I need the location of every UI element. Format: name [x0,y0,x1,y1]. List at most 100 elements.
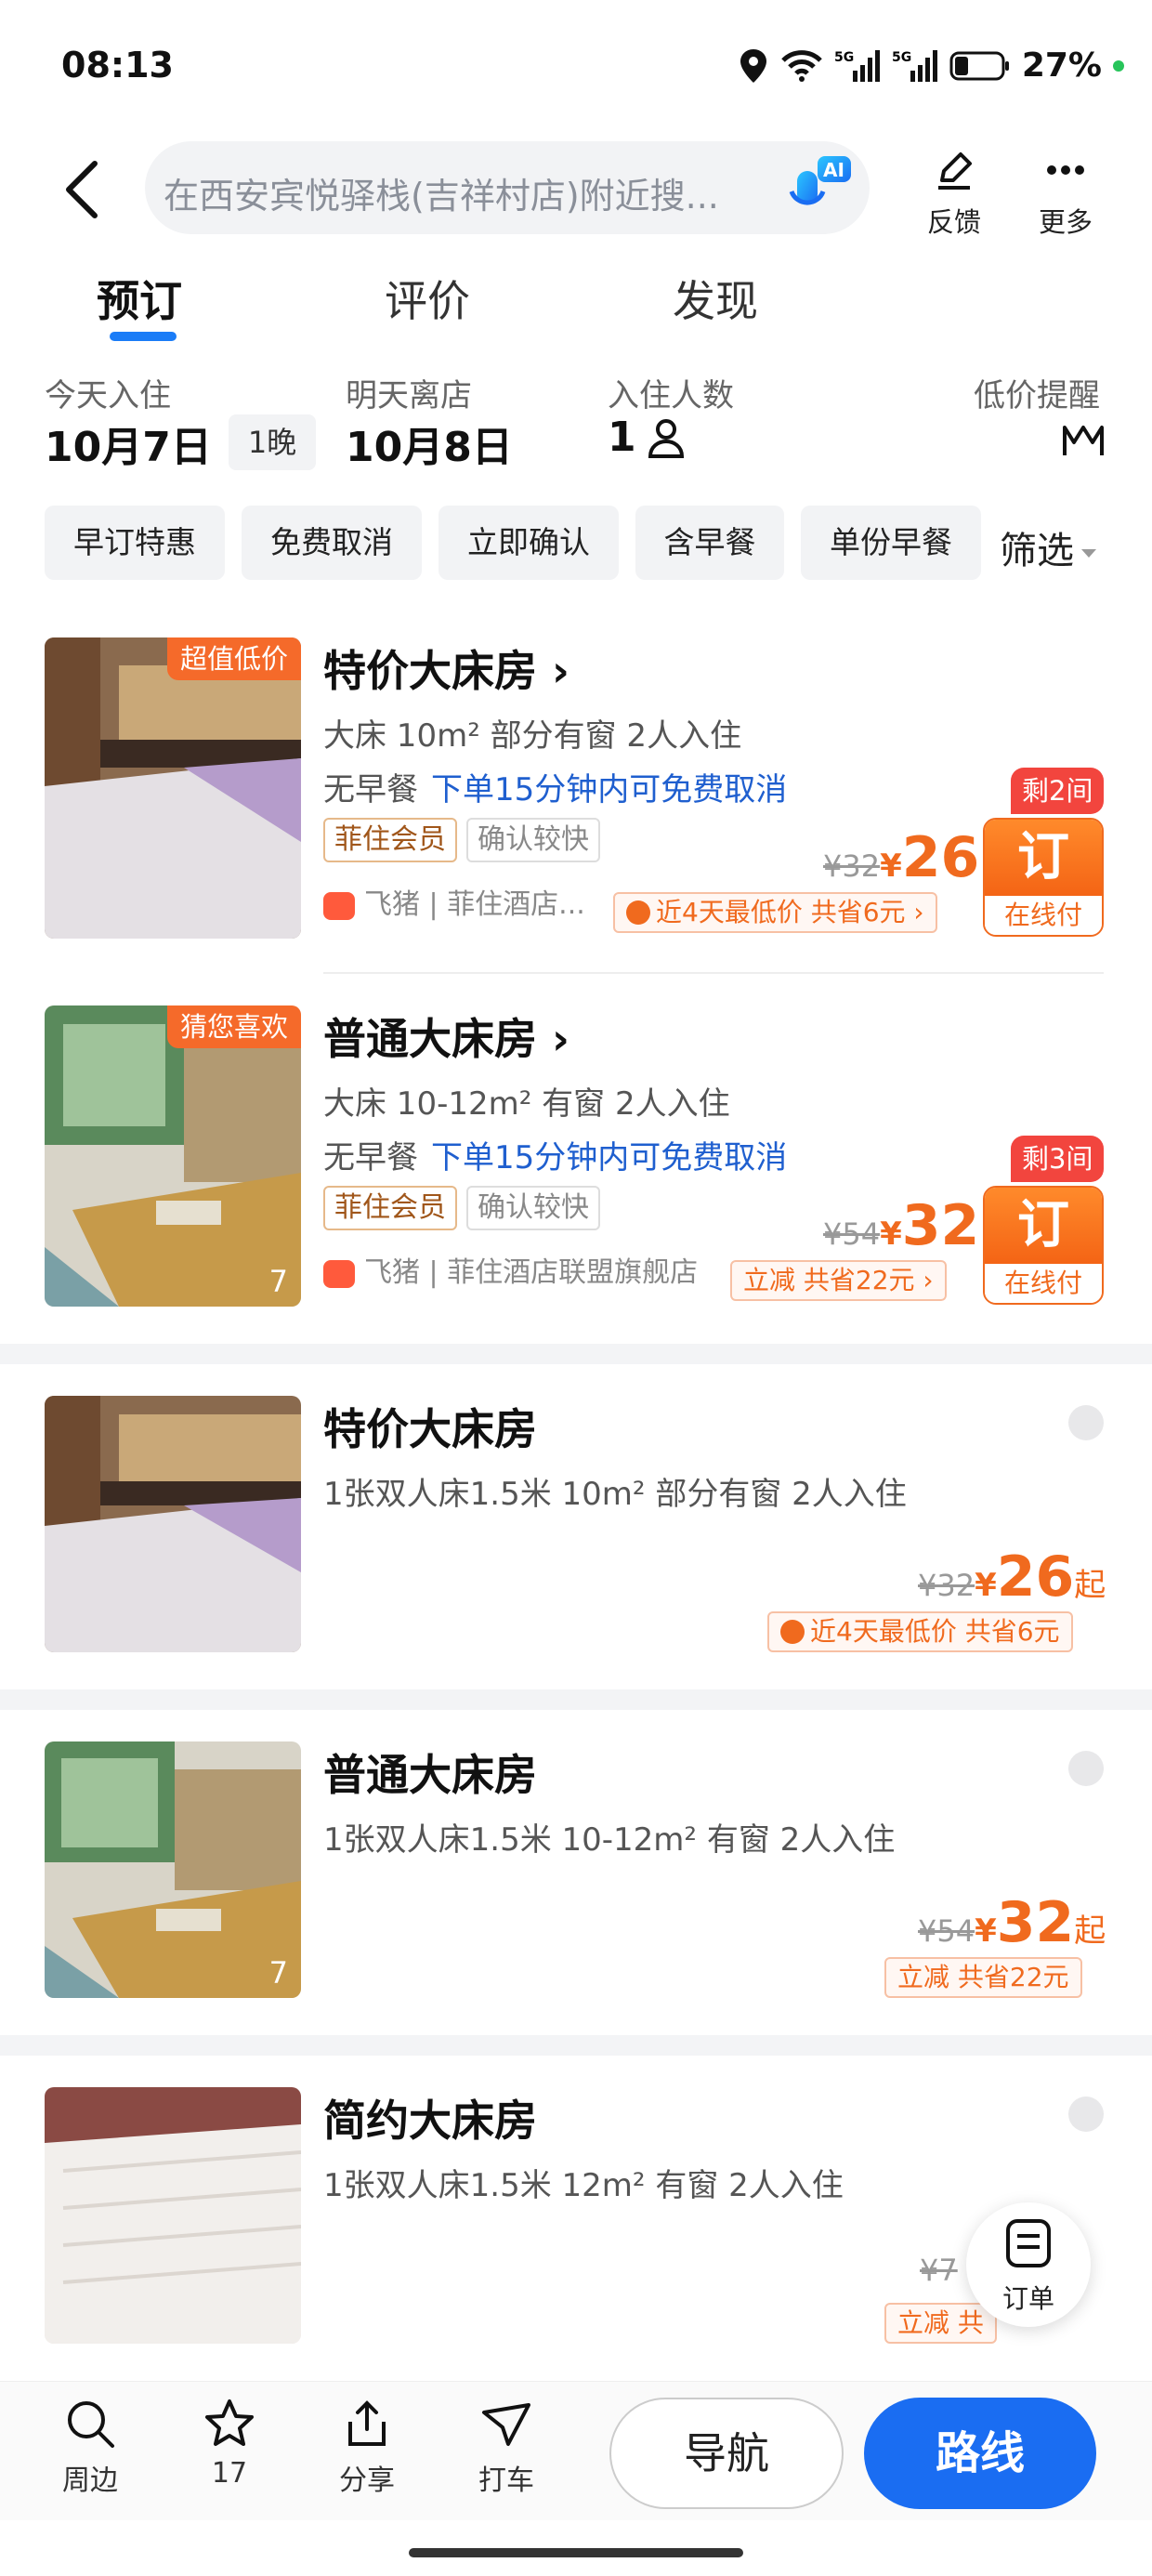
checkin-label: 今天入住 [45,377,171,414]
taxi-icon [482,2403,530,2446]
tag-row: 菲住会员 确认较快 [323,1186,600,1230]
battery-icon [949,51,1009,80]
room-photo[interactable]: 猜您喜欢 7 [45,1005,301,1307]
more-button[interactable]: 更多 [1015,149,1117,240]
privacy-dot [1113,59,1124,72]
chevron-left-icon [66,161,98,218]
edit-icon [938,152,972,190]
svg-text:5G: 5G [834,50,854,65]
room-photo[interactable]: 7 [45,1741,301,1998]
signal-5g-icon: 5G [834,49,880,82]
order-button[interactable]: 订单 [966,2202,1091,2327]
filter-chip-early-booking[interactable]: 早订特惠 [45,506,225,580]
tab-booking[interactable]: 预订 [97,268,182,329]
promo-text: 立减 共省22元 [897,1962,1069,1992]
expand-check-icon[interactable] [1068,1751,1104,1786]
taxi-button[interactable]: 打车 [455,2398,557,2498]
tab-active-indicator [110,332,177,341]
status-icons: 5G 5G 27% [738,46,1124,85]
price-block: ¥54¥32起 [918,1890,1106,1955]
policy-row: 无早餐 下单15分钟内可免费取消 [323,1132,787,1177]
price-alert-label: 低价提醒 [974,377,1100,414]
back-button[interactable] [56,156,111,223]
original-price: ¥32 [823,848,881,884]
original-price: ¥54 [823,1216,881,1252]
room-type-name[interactable]: 简约大床房 [323,2087,537,2149]
checkout-label: 明天离店 [346,377,472,414]
price-trend-icon [1063,426,1104,455]
nights-badge: 1晚 [229,414,316,470]
vendor-info: 飞猪 | 菲住酒店联盟旗舰店 [323,1249,698,1290]
filter-chip-single-breakfast[interactable]: 单份早餐 [801,506,981,580]
cancel-policy: 下单15分钟内可免费取消 [431,1139,788,1176]
currency: ¥ [880,848,902,885]
rooms-remaining: 剩3间 [1011,1136,1105,1182]
book-label: 订 [985,820,1102,896]
price-block: ¥32¥26 [823,825,979,890]
status-time: 08:13 [61,45,174,85]
room-type-name[interactable]: 普通大床房 [323,1741,537,1803]
price: 26 [996,1544,1075,1610]
room-type-spec: 1张双人床1.5米 10-12m² 有窗 2人入住 [323,1821,896,1859]
room-badge: 超值低价 [166,637,301,680]
guests-selector[interactable]: 1 [608,414,685,461]
share-label: 分享 [339,2464,395,2497]
ai-voice-button[interactable]: AI [784,151,855,221]
ai-mic-icon: AI [789,156,851,205]
tag-row: 菲住会员 确认较快 [323,818,600,862]
room-photo[interactable]: 超值低价 [45,637,301,939]
flame-icon [780,1620,805,1644]
signal-5g-icon-2: 5G [892,49,937,82]
photo-count: 7 [268,1264,288,1299]
bed-photo-image [45,1396,301,1652]
room-photo[interactable] [45,1396,301,1652]
nearby-button[interactable]: 周边 [39,2398,141,2498]
currency: ¥ [880,1216,902,1253]
promo-text: 近4天最低价 共省6元 › [656,897,924,927]
tab-discover[interactable]: 发现 [673,268,758,329]
room-type-spec: 1张双人床1.5米 10m² 部分有窗 2人入住 [323,1476,907,1513]
expand-check-icon[interactable] [1068,1405,1104,1440]
filter-chip-breakfast[interactable]: 含早餐 [635,506,784,580]
order-label: 订单 [1001,2283,1054,2314]
price-suffix: 起 [1074,1912,1106,1950]
price-alert-button[interactable] [1063,420,1104,461]
share-button[interactable]: 分享 [316,2398,418,2498]
book-button[interactable]: 订 在线付 [983,818,1104,937]
promo-tag[interactable]: 立减 共省22元 › [730,1260,947,1301]
bed-photo-image [45,1741,301,1998]
cancel-policy: 下单15分钟内可免费取消 [431,771,788,808]
filter-chip-instant-confirm[interactable]: 立即确认 [439,506,619,580]
section-divider [0,2035,1152,2056]
navigate-button[interactable]: 导航 [609,2398,844,2509]
checkout-date[interactable]: 10月8日 [346,414,513,473]
favorite-button[interactable]: 17 [178,2398,281,2490]
chevron-right-icon: › [537,1014,569,1064]
filter-chip-free-cancel[interactable]: 免费取消 [242,506,422,580]
home-indicator[interactable] [409,2548,743,2557]
wifi-icon [781,49,822,82]
room-name[interactable]: 特价大床房 › [323,637,569,699]
pay-label: 在线付 [985,896,1102,935]
book-button[interactable]: 订 在线付 [983,1186,1104,1305]
order-list-icon [1006,2219,1051,2267]
promo-tag[interactable]: 近4天最低价 共省6元 › [613,892,937,933]
feedback-button[interactable]: 反馈 [903,149,1005,240]
price-block: ¥7 [920,2253,958,2288]
fliggy-logo-icon [323,891,355,920]
checkin-date[interactable]: 10月7日 [45,414,212,473]
expand-check-icon[interactable] [1068,2096,1104,2132]
confirm-tag: 确认较快 [466,1186,600,1230]
filter-button[interactable]: 筛选 [1000,520,1096,574]
route-button[interactable]: 路线 [864,2398,1096,2509]
room-type-name[interactable]: 特价大床房 [323,1396,537,1457]
price-suffix: 起 [1074,1567,1106,1604]
room-spec: 大床 10m² 部分有窗 2人入住 [323,717,742,755]
confirm-tag: 确认较快 [466,818,600,862]
battery-percent: 27% [1021,46,1102,85]
member-tag: 菲住会员 [323,818,457,862]
breakfast-info: 无早餐 [323,1139,418,1176]
room-photo[interactable] [45,2087,301,2344]
tab-reviews[interactable]: 评价 [385,268,470,329]
room-name[interactable]: 普通大床房 › [323,1005,569,1067]
